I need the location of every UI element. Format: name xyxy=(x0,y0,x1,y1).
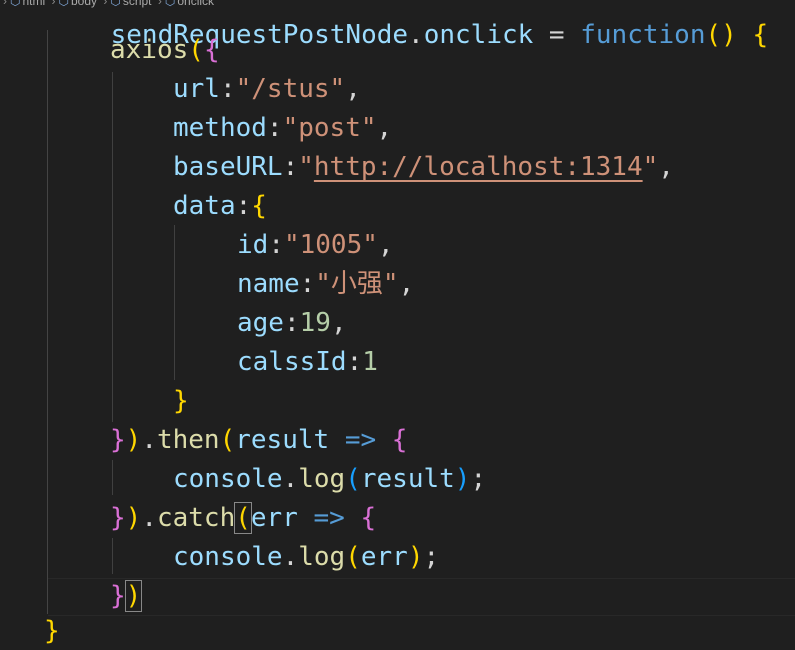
code-line[interactable]: url:"/stus", xyxy=(173,70,361,108)
method-icon: ⬡ xyxy=(164,0,176,8)
token-bracket: ) xyxy=(454,464,471,494)
token-rest: () { xyxy=(705,20,769,50)
indent-guide-outer xyxy=(47,30,48,614)
code-line[interactable]: age:19, xyxy=(237,304,347,342)
token-string: "小强" xyxy=(315,269,399,299)
breadcrumb-item-html[interactable]: html xyxy=(22,0,45,8)
token-key: id xyxy=(237,230,269,260)
token-arrow: => xyxy=(329,425,392,455)
token-bracket: ( xyxy=(345,464,361,494)
token-bracket: } xyxy=(44,616,60,646)
token-arg: result xyxy=(360,464,455,494)
code-line[interactable]: } xyxy=(173,382,189,420)
token-bracket: { xyxy=(203,35,220,65)
code-line[interactable]: id:"1005", xyxy=(237,226,394,264)
token-string: "/stus" xyxy=(235,74,346,104)
token-bracket: ) xyxy=(125,425,142,455)
token-function: log xyxy=(298,464,346,494)
token-bracket: { xyxy=(360,503,377,533)
url-link[interactable]: http://localhost:1314 xyxy=(314,152,643,182)
code-line[interactable]: data:{ xyxy=(173,187,267,225)
token-function: axios xyxy=(110,35,189,65)
token-function: then xyxy=(156,425,220,455)
token-bracket: ) xyxy=(407,542,424,572)
bracket-match-highlight: ) xyxy=(124,580,143,612)
element-icon: ⬡ xyxy=(58,0,69,8)
token-operator: = xyxy=(533,20,581,50)
token-bracket: ) xyxy=(125,503,142,533)
token-arg: err xyxy=(360,542,408,572)
token-bracket: ( xyxy=(345,542,361,572)
token-function: log xyxy=(298,542,346,572)
token-bracket: { xyxy=(391,425,408,455)
token-bracket: { xyxy=(251,191,267,221)
code-line[interactable]: }) xyxy=(110,577,143,615)
token-quote: " xyxy=(298,152,314,182)
breadcrumb: › ⬡ html › ⬡ body › ⬡ script › ⬡ onclick xyxy=(0,0,214,8)
token-bracket: } xyxy=(110,425,126,455)
token-param: err xyxy=(250,503,298,533)
element-icon: ⬡ xyxy=(110,0,121,8)
element-icon: ⬡ xyxy=(10,0,21,8)
token-key: calssId xyxy=(237,347,347,377)
code-line[interactable]: axios({ xyxy=(110,31,220,69)
indent-guide xyxy=(112,538,113,574)
token-key: age xyxy=(237,308,284,338)
token-object: console xyxy=(173,464,283,494)
token-number: 1 xyxy=(362,347,378,377)
token-object: console xyxy=(173,542,283,572)
code-line[interactable]: name:"小强", xyxy=(237,265,414,303)
token-property: onclick xyxy=(423,20,534,50)
code-line[interactable]: method:"post", xyxy=(173,109,392,147)
token-key: data xyxy=(173,191,236,221)
token-string: "1005" xyxy=(283,230,378,260)
token-arrow: => xyxy=(297,503,361,533)
token-key: name xyxy=(237,269,300,299)
code-line[interactable]: }).catch(err => { xyxy=(110,499,376,537)
token-bracket: ( xyxy=(188,35,204,65)
code-line[interactable]: }).then(result => { xyxy=(110,421,407,459)
token-key: method xyxy=(173,113,267,143)
token-key: url xyxy=(173,74,220,104)
code-line[interactable]: baseURL:"http://localhost:1314", xyxy=(173,148,674,186)
indent-guide xyxy=(174,225,175,380)
code-line[interactable]: } xyxy=(44,612,60,650)
token-number: 19 xyxy=(299,308,331,338)
token-param: result xyxy=(235,425,330,455)
token-key: baseURL xyxy=(173,152,283,182)
code-editor[interactable]: sendRequestPostNode.onclick = function()… xyxy=(0,0,795,646)
breadcrumb-item-onclick[interactable]: onclick xyxy=(177,0,214,8)
token-bracket: } xyxy=(110,581,126,611)
indent-guide xyxy=(112,72,113,422)
breadcrumb-item-body[interactable]: body xyxy=(71,0,97,8)
code-line[interactable]: console.log(err); xyxy=(173,538,439,576)
token-keyword: function xyxy=(580,20,706,50)
current-line-highlight xyxy=(48,578,795,616)
token-bracket: ( xyxy=(219,425,236,455)
token-bracket: } xyxy=(173,386,189,416)
token-bracket: } xyxy=(110,503,126,533)
code-line[interactable]: console.log(result); xyxy=(173,460,486,498)
token-quote: " xyxy=(642,152,659,182)
code-line[interactable]: calssId:1 xyxy=(237,343,378,381)
token-string: "post" xyxy=(282,113,377,143)
token-function: catch xyxy=(156,503,236,533)
bracket-match-highlight: ( xyxy=(234,502,252,534)
breadcrumb-item-script[interactable]: script xyxy=(123,0,152,8)
indent-guide xyxy=(112,460,113,495)
